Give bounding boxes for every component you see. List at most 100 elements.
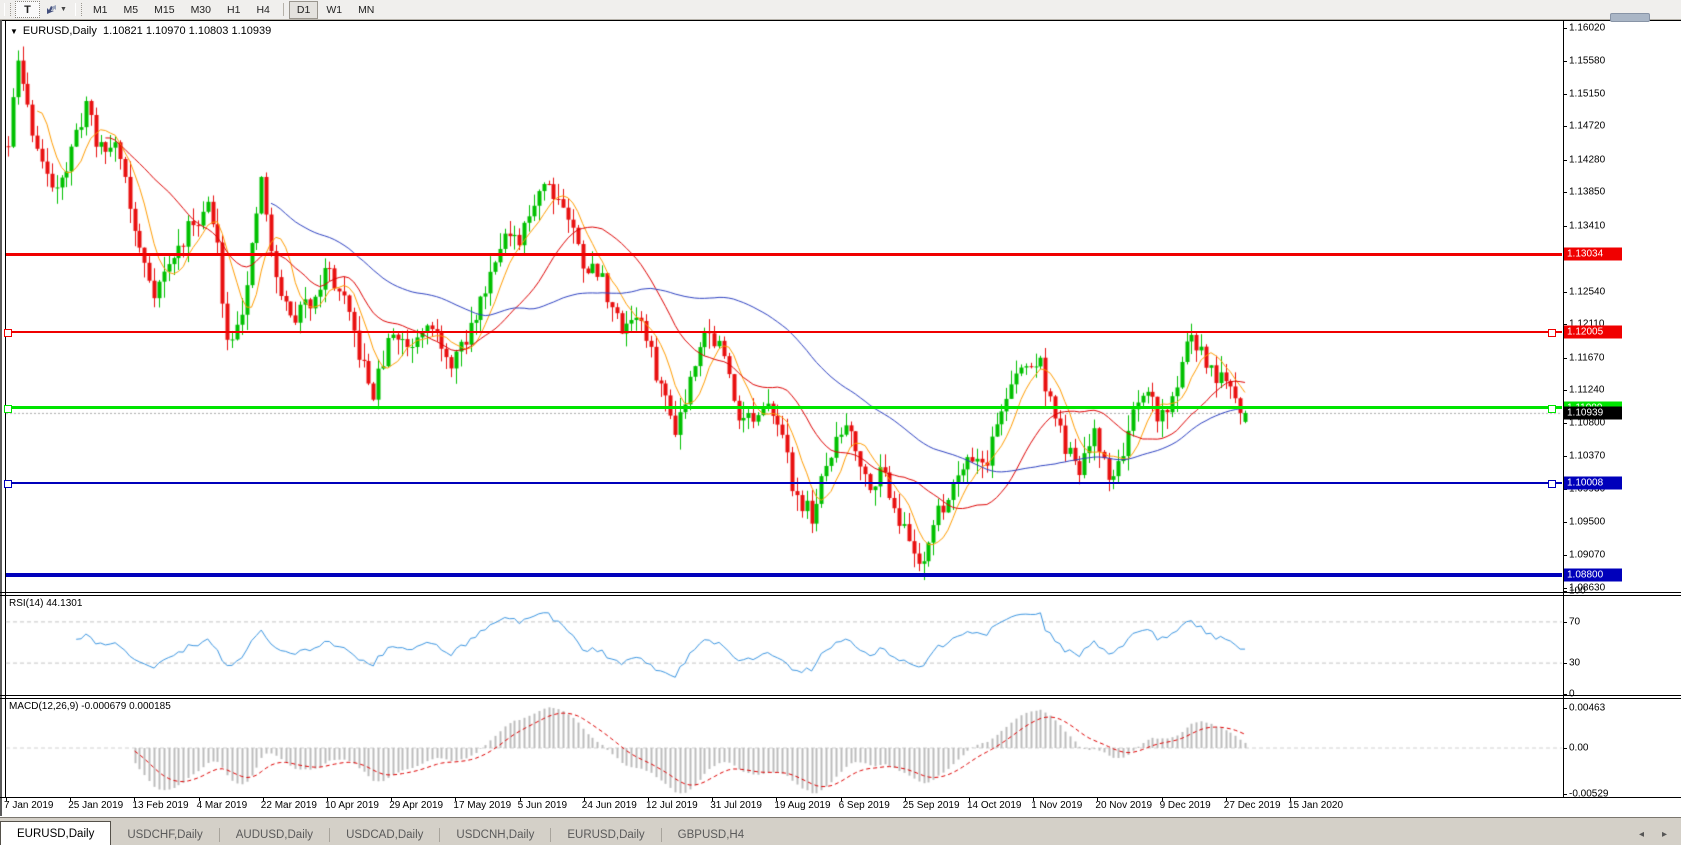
price-tick-label: 1.10800: [1569, 417, 1606, 429]
date-label: 20 Nov 2019: [1095, 800, 1153, 811]
date-label: 22 Mar 2019: [260, 800, 317, 811]
price-tick-label: 1.11240: [1569, 384, 1605, 396]
date-label: 27 Dec 2019: [1223, 800, 1281, 811]
price-tick-label: 1.13850: [1569, 186, 1606, 198]
symbol-period-label: EURUSD,Daily: [22, 25, 97, 37]
price-tick-mark: [1563, 126, 1567, 128]
price-tick-mark: [1563, 28, 1567, 29]
price-tick-mark: [1563, 554, 1567, 556]
date-label: 19 Aug 2019: [774, 800, 831, 811]
price-tick-mark: [1563, 456, 1567, 458]
macd-tick-mark: [1563, 794, 1567, 796]
date-label: 6 Sep 2019: [838, 800, 890, 811]
macd-tick-mark: [1563, 748, 1567, 749]
rsi-tick-label: 30: [1569, 657, 1581, 669]
price-tick-label: 1.15580: [1569, 55, 1606, 67]
horizontal-line-object[interactable]: [6, 572, 1562, 577]
rsi-tick-label: 100: [1569, 585, 1586, 597]
price-tick-mark: [1563, 587, 1567, 589]
price-tick-label: 1.12540: [1569, 286, 1606, 298]
pane-splitter[interactable]: [0, 592, 1681, 593]
price-tick-label: 1.11670: [1569, 352, 1605, 364]
chart-tab-eurusd-daily[interactable]: EURUSD,Daily: [0, 821, 112, 845]
date-label: 25 Sep 2019: [902, 800, 960, 811]
trading-terminal: T ▼ M1M5M15M30H1H4D1W1MN ▼EURUSD,Daily 1…: [0, 0, 1681, 845]
line-price-tag: 1.12005: [1564, 325, 1622, 339]
price-tick-mark: [1563, 159, 1567, 161]
price-tick-label: 1.14280: [1569, 154, 1606, 166]
line-drag-handle[interactable]: [4, 480, 12, 489]
date-label: 13 Feb 2019: [132, 800, 189, 811]
price-tick-mark: [1563, 423, 1567, 425]
chart-tab-usdcnh-daily[interactable]: USDCNH,Daily: [440, 824, 550, 845]
line-price-tag: 1.13034: [1564, 247, 1622, 261]
chart-scrollbar-thumb[interactable]: [1610, 13, 1650, 22]
date-label: 17 May 2019: [453, 800, 512, 811]
price-tick-label: 1.10370: [1569, 450, 1606, 462]
date-label: 14 Oct 2019: [967, 800, 1022, 811]
chart-tab-bar: EURUSD,Daily USDCHF,Daily AUDUSD,Daily USDC…: [0, 817, 1681, 845]
current-price-tag: 1.10939: [1564, 406, 1622, 420]
price-tick-mark: [1563, 225, 1567, 227]
chart-tab-usdchf-daily[interactable]: USDCHF,Daily: [111, 824, 218, 845]
rsi-tick-mark: [1563, 694, 1567, 695]
line-drag-handle[interactable]: [4, 329, 12, 338]
chart-tab-gbpusd-h4[interactable]: GBPUSD,H4: [662, 824, 760, 845]
triangle-down-icon[interactable]: ▼: [10, 27, 18, 36]
tab-scroll-right-icon[interactable]: ▸: [1662, 829, 1667, 840]
chart-canvas[interactable]: [0, 0, 1681, 845]
line-drag-handle[interactable]: [1548, 329, 1556, 338]
rsi-tick-mark: [1563, 621, 1567, 623]
price-tick-label: 1.14720: [1569, 120, 1606, 132]
macd-tick-label: 0.00463: [1569, 702, 1606, 714]
price-tick-mark: [1563, 357, 1567, 359]
line-price-tag: 1.08800: [1564, 568, 1622, 582]
date-label: 31 Jul 2019: [710, 800, 762, 811]
line-drag-handle[interactable]: [4, 404, 12, 413]
macd-tick-mark: [1563, 707, 1567, 709]
date-label: 25 Jan 2019: [68, 800, 124, 811]
pane-splitter: [0, 698, 1681, 699]
macd-tick-label: -0.00529: [1569, 788, 1609, 800]
ohlc-values: 1.10821 1.10970 1.10803 1.10939: [103, 25, 272, 37]
horizontal-line-object[interactable]: [6, 252, 1562, 256]
chart-tab-audusd-daily[interactable]: AUDUSD,Daily: [220, 824, 329, 845]
price-tick-mark: [1563, 521, 1567, 523]
price-tick-label: 1.09500: [1569, 516, 1606, 528]
tab-scroll-left-icon[interactable]: ◂: [1639, 829, 1644, 840]
price-tick-label: 1.09070: [1569, 549, 1606, 560]
price-tick-mark: [1563, 192, 1567, 194]
date-label: 15 Jan 2020: [1288, 800, 1344, 811]
chart-title: ▼ EURUSD,Daily 1.10821 1.10970 1.10803 1.…: [10, 25, 271, 37]
line-drag-handle[interactable]: [1548, 480, 1556, 489]
rsi-tick-mark: [1563, 591, 1567, 592]
tab-scroll-arrows: ◂ ▸: [1639, 829, 1681, 845]
horizontal-line-object[interactable]: [6, 331, 1562, 334]
pane-splitter[interactable]: [0, 695, 1681, 696]
pane-splitter: [0, 595, 1681, 596]
price-tick-label: 1.15150: [1569, 88, 1606, 100]
date-label: 10 Apr 2019: [325, 800, 379, 811]
price-tick-label: 1.13410: [1569, 220, 1606, 232]
line-drag-handle[interactable]: [1548, 404, 1556, 413]
rsi-tick-label: 70: [1569, 616, 1581, 628]
chart-tab-usdcad-daily[interactable]: USDCAD,Daily: [330, 824, 439, 845]
date-label: 29 Apr 2019: [389, 800, 444, 811]
date-label: 5 Jun 2019: [517, 800, 568, 811]
horizontal-line-object[interactable]: [6, 406, 1562, 410]
price-tick-mark: [1563, 291, 1567, 293]
price-tick-mark: [1563, 61, 1567, 63]
horizontal-line-object[interactable]: [6, 482, 1562, 485]
macd-tick-label: 0.00: [1569, 742, 1589, 754]
tab-list: EURUSD,Daily USDCHF,Daily AUDUSD,Daily USDC…: [0, 818, 760, 845]
price-tick-label: 1.16020: [1569, 22, 1606, 34]
date-label: 24 Jun 2019: [581, 800, 637, 811]
date-label: 4 Mar 2019: [196, 800, 248, 811]
rsi-tick-mark: [1563, 663, 1567, 665]
rsi-tick-label: 0: [1569, 688, 1575, 700]
rsi-indicator-label: RSI(14) 44.1301: [9, 598, 83, 609]
line-price-tag: 1.10008: [1564, 476, 1622, 490]
macd-indicator-label: MACD(12,26,9) -0.000679 0.000185: [9, 701, 171, 712]
date-label: 7 Jan 2019: [4, 800, 54, 811]
chart-tab-eurusd-daily[interactable]: EURUSD,Daily: [551, 824, 660, 845]
